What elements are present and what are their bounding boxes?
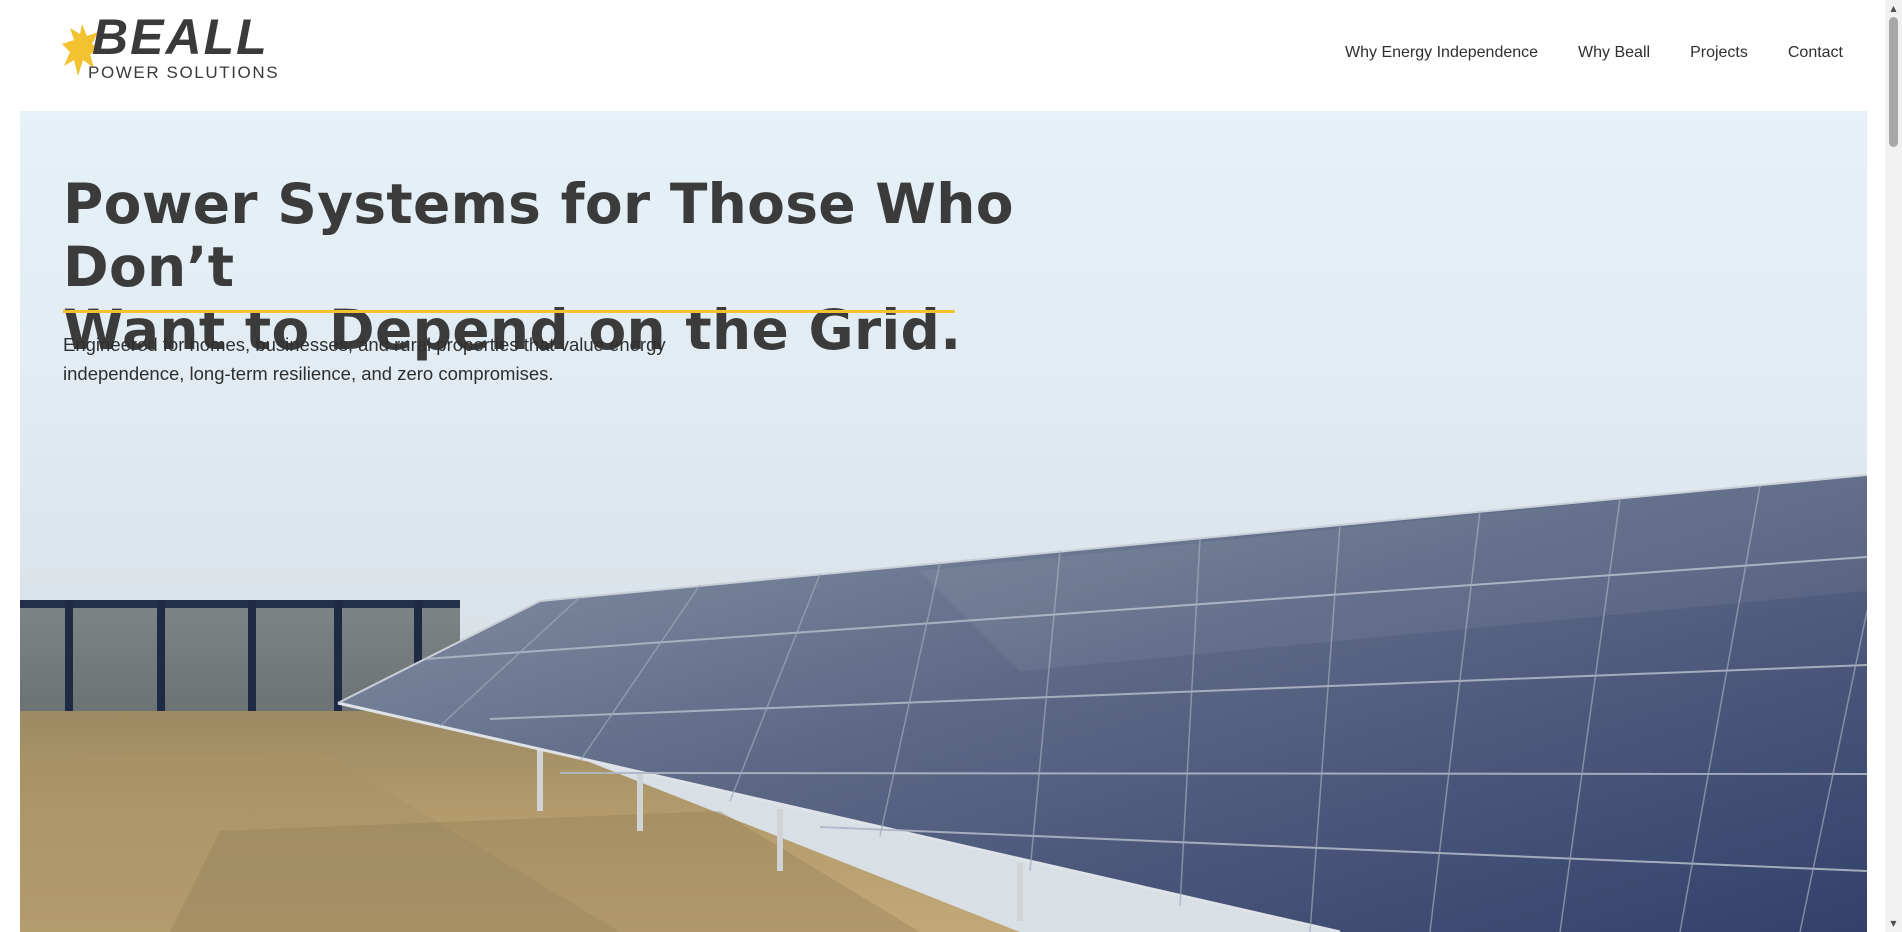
vertical-scrollbar[interactable]: ▲ ▼ xyxy=(1885,0,1902,932)
brand-tagline: POWER SOLUTIONS xyxy=(88,63,280,82)
hero-section: Power Systems for Those Who Don’t Want t… xyxy=(20,111,1867,932)
hero-subtitle-line-2: independence, long-term resilience, and … xyxy=(63,363,554,384)
nav-item-why-energy-independence[interactable]: Why Energy Independence xyxy=(1345,44,1538,62)
triangle-up-icon[interactable]: ▲ xyxy=(1885,0,1902,17)
title-underline xyxy=(63,310,955,313)
main-nav: Why Energy Independence Why Beall Projec… xyxy=(1345,44,1843,62)
hero-subtitle-line-1: Engineered for homes, businesses, and ru… xyxy=(63,334,666,355)
hero-subtitle: Engineered for homes, businesses, and ru… xyxy=(63,330,683,388)
nav-item-contact[interactable]: Contact xyxy=(1788,44,1843,62)
hero-title-line-1: Power Systems for Those Who Don’t xyxy=(63,172,1014,299)
brand-logo[interactable]: BEALL POWER SOLUTIONS xyxy=(62,12,292,86)
nav-item-projects[interactable]: Projects xyxy=(1690,44,1748,62)
triangle-down-icon[interactable]: ▼ xyxy=(1885,915,1902,932)
page: BEALL POWER SOLUTIONS Why Energy Indepen… xyxy=(0,0,1902,932)
nav-item-why-beall[interactable]: Why Beall xyxy=(1578,44,1650,62)
brand-name: BEALL xyxy=(92,9,269,65)
scrollbar-thumb[interactable] xyxy=(1889,17,1898,147)
site-header: BEALL POWER SOLUTIONS Why Energy Indepen… xyxy=(0,0,1885,110)
